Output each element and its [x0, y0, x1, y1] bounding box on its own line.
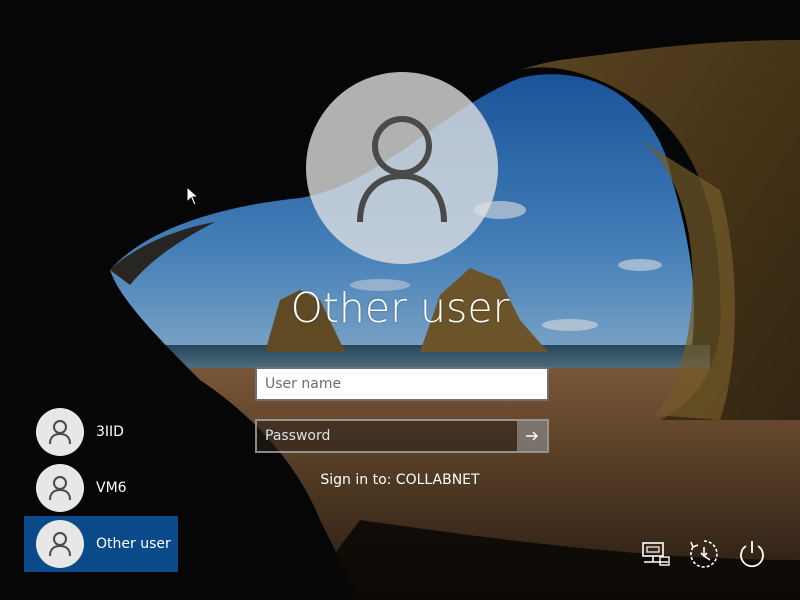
user-name: 3IID — [96, 424, 124, 440]
password-input[interactable] — [257, 421, 517, 451]
password-field — [255, 419, 549, 453]
power-button[interactable] — [734, 536, 770, 572]
user-name: VM6 — [96, 480, 127, 496]
avatar — [36, 408, 84, 456]
username-input[interactable] — [255, 367, 549, 401]
lock-screen: Other user Sign in to: COLLABNET 3IID — [0, 0, 800, 600]
mouse-cursor-icon — [186, 186, 200, 206]
user-item-other-user[interactable]: Other user — [24, 516, 178, 572]
avatar — [36, 520, 84, 568]
sign-in-domain-text: Sign in to: COLLABNET — [320, 472, 480, 488]
user-name: Other user — [96, 536, 171, 552]
ease-of-access-button[interactable] — [686, 536, 722, 572]
ease-of-access-icon — [690, 540, 718, 568]
avatar — [36, 464, 84, 512]
submit-button[interactable] — [517, 421, 547, 451]
network-icon — [642, 542, 670, 566]
user-icon — [49, 532, 71, 557]
selected-user-avatar — [306, 72, 498, 264]
user-icon — [357, 116, 447, 223]
user-list: 3IID VM6 Other user — [24, 404, 178, 572]
login-title: Other user — [290, 284, 510, 332]
arrow-right-icon — [526, 431, 538, 441]
user-icon — [49, 420, 71, 445]
user-icon — [49, 476, 71, 501]
network-button[interactable] — [638, 536, 674, 572]
user-item-vm6[interactable]: VM6 — [24, 460, 178, 516]
power-icon — [740, 541, 764, 568]
user-item-3iid[interactable]: 3IID — [24, 404, 178, 460]
